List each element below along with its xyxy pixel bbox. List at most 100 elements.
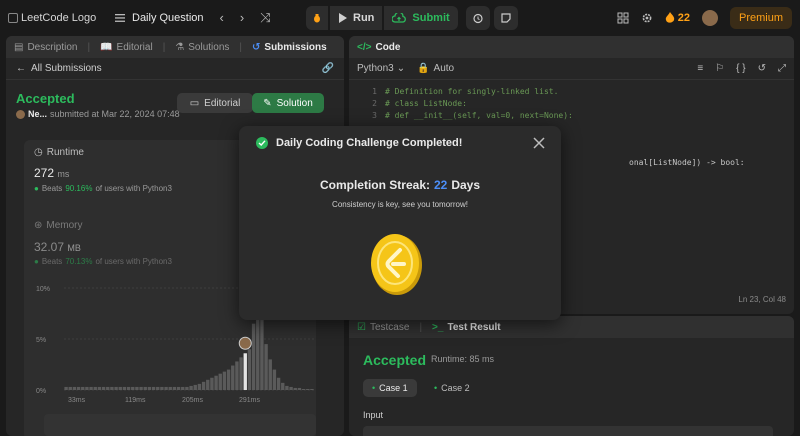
submissions-subheader: ← All Submissions 🔗 xyxy=(6,58,344,80)
link-icon[interactable]: 🔗 xyxy=(322,63,334,74)
distribution-bar[interactable] xyxy=(185,386,189,390)
distribution-bar[interactable] xyxy=(310,388,314,390)
distribution-bar[interactable] xyxy=(210,377,214,390)
distribution-bar[interactable] xyxy=(89,386,93,390)
notes-button[interactable] xyxy=(493,6,518,30)
distribution-bar[interactable] xyxy=(285,385,289,390)
username[interactable]: Ne... xyxy=(28,109,47,119)
solution-button[interactable]: ✎ Solution xyxy=(252,93,324,113)
leetcode-logo[interactable]: LeetCode Logo xyxy=(8,12,104,24)
distribution-bar[interactable] xyxy=(176,386,181,390)
shuffle-icon[interactable]: ⤨ xyxy=(260,10,270,26)
memory-beats: ● Beats 70.13% of users with Python3 xyxy=(34,257,172,266)
debug-button[interactable] xyxy=(306,6,328,30)
distribution-bar[interactable] xyxy=(289,386,293,390)
language-select[interactable]: Python3 ⌄ xyxy=(357,63,405,74)
distribution-bar[interactable] xyxy=(168,386,172,390)
tab-submissions[interactable]: ↺ Submissions xyxy=(252,42,327,53)
distribution-bar[interactable] xyxy=(160,386,164,390)
distribution-bar[interactable] xyxy=(197,383,202,390)
distribution-bar[interactable] xyxy=(139,386,143,390)
distribution-bar[interactable] xyxy=(281,382,285,390)
distribution-bar[interactable] xyxy=(206,379,210,390)
distribution-bar[interactable] xyxy=(306,388,310,390)
distribution-bar[interactable] xyxy=(297,387,302,390)
distribution-bar[interactable] xyxy=(85,386,89,390)
distribution-bar[interactable] xyxy=(110,386,114,390)
format-icon[interactable]: ≡ xyxy=(697,63,703,74)
distribution-bar[interactable] xyxy=(118,386,122,390)
distribution-bar[interactable] xyxy=(226,369,231,390)
distribution-bar[interactable] xyxy=(193,384,197,390)
distribution-bar[interactable] xyxy=(301,388,306,390)
distribution-bar[interactable] xyxy=(135,386,139,390)
next-problem-icon[interactable]: › xyxy=(240,10,244,26)
memory-label[interactable]: ⊛ Memory xyxy=(34,220,83,231)
distribution-bar[interactable] xyxy=(81,386,85,390)
distribution-bar[interactable] xyxy=(243,353,247,390)
daily-question-link[interactable]: Daily Question xyxy=(114,12,204,24)
distribution-bar[interactable] xyxy=(172,386,177,390)
close-icon[interactable] xyxy=(531,135,547,151)
distribution-bar[interactable] xyxy=(72,386,77,390)
distribution-bar[interactable] xyxy=(122,386,127,390)
bookmark-icon[interactable]: ⚐ xyxy=(715,63,724,74)
avatar[interactable] xyxy=(701,10,718,26)
streak-counter[interactable]: 22 xyxy=(665,12,690,24)
distribution-bar[interactable] xyxy=(164,386,168,390)
submit-button[interactable]: Submit xyxy=(384,6,458,30)
case-2-tab[interactable]: • Case 2 xyxy=(425,379,479,397)
fullscreen-icon[interactable]: ⤢ xyxy=(778,63,786,74)
distribution-bar[interactable] xyxy=(156,386,160,390)
reset-icon[interactable]: ↺ xyxy=(758,63,766,74)
auto-mode[interactable]: 🔒 Auto xyxy=(417,63,454,74)
distribution-bar[interactable] xyxy=(151,386,156,390)
distribution-bar[interactable] xyxy=(93,386,97,390)
editorial-button[interactable]: ▭ Editorial xyxy=(177,93,253,113)
distribution-bar[interactable] xyxy=(293,387,297,390)
layout-grid-icon[interactable] xyxy=(617,12,629,24)
distribution-bar[interactable] xyxy=(235,361,239,390)
distribution-bar[interactable] xyxy=(64,386,68,390)
distribution-bar[interactable] xyxy=(131,386,135,390)
distribution-bar[interactable] xyxy=(247,349,252,390)
all-submissions-link[interactable]: ← All Submissions xyxy=(16,63,102,74)
distribution-bar[interactable] xyxy=(147,386,152,390)
distribution-bar[interactable] xyxy=(214,375,218,390)
distribution-bar[interactable] xyxy=(222,371,227,390)
distribution-bar[interactable] xyxy=(68,386,72,390)
distribution-bar[interactable] xyxy=(272,369,277,390)
distribution-bar[interactable] xyxy=(231,365,235,390)
distribution-bar[interactable] xyxy=(218,373,222,390)
distribution-bar[interactable] xyxy=(276,377,281,390)
distribution-bar[interactable] xyxy=(260,316,264,390)
case-1-tab[interactable]: • Case 1 xyxy=(363,379,417,397)
distribution-bar[interactable] xyxy=(264,344,268,390)
distribution-bar[interactable] xyxy=(114,386,118,390)
distribution-bar[interactable] xyxy=(101,386,106,390)
distribution-bar[interactable] xyxy=(126,386,131,390)
code-tab[interactable]: </> Code xyxy=(357,42,400,53)
premium-button[interactable]: Premium xyxy=(729,7,792,29)
distribution-bar[interactable] xyxy=(106,386,110,390)
prev-problem-icon[interactable]: ‹ xyxy=(220,10,224,26)
tab-testcase[interactable]: ☑ Testcase xyxy=(357,322,409,333)
tab-solutions[interactable]: ⚗ Solutions xyxy=(175,42,229,53)
distribution-bar[interactable] xyxy=(76,386,81,390)
code-editor[interactable]: 1 # Definition for singly-linked list. 2 #… xyxy=(357,86,573,122)
distribution-bar[interactable] xyxy=(189,385,193,390)
timer-button[interactable] xyxy=(465,6,490,30)
tab-editorial[interactable]: 📖 Editorial xyxy=(100,42,153,53)
gear-icon[interactable] xyxy=(641,12,653,24)
distribution-bar[interactable] xyxy=(97,386,102,390)
tab-test-result[interactable]: >_ Test Result xyxy=(432,322,501,333)
braces-icon[interactable]: { } xyxy=(736,63,745,74)
distribution-bar[interactable] xyxy=(239,357,243,390)
distribution-bar[interactable] xyxy=(201,381,206,390)
distribution-bar[interactable] xyxy=(268,359,272,390)
distribution-bar[interactable] xyxy=(251,323,256,390)
run-button[interactable]: Run xyxy=(330,6,383,30)
tab-description[interactable]: ▤ Description xyxy=(14,42,77,53)
distribution-bar[interactable] xyxy=(143,386,147,390)
distribution-bar[interactable] xyxy=(181,386,185,390)
